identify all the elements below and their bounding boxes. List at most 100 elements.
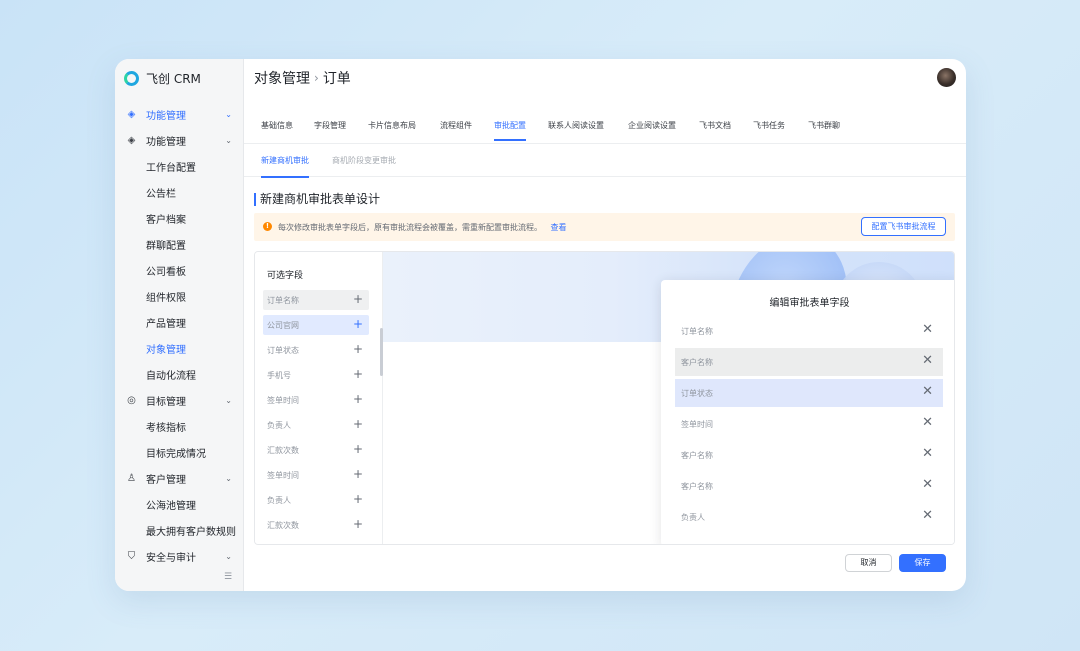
form-field-row[interactable]: 订单名称 ✕: [675, 317, 943, 345]
tab[interactable]: 企业阅读设置: [628, 120, 676, 139]
sidebar-item[interactable]: 群聊配置: [115, 232, 244, 256]
field-item-label: 负责人: [267, 496, 291, 505]
warning-icon: !: [263, 222, 272, 231]
sidebar-item[interactable]: ◈ 功能管理 ⌄: [115, 128, 244, 152]
field-item[interactable]: 订单状态 +: [263, 340, 369, 360]
field-item[interactable]: 负责人 +: [263, 415, 369, 435]
sidebar-item-label: 工作台配置: [146, 162, 196, 174]
section-title: 新建商机审批表单设计: [254, 193, 380, 206]
tab[interactable]: 基础信息: [261, 120, 293, 139]
form-field-row[interactable]: 客户名称 ✕: [675, 472, 943, 500]
form-field-row[interactable]: 负责人 ✕: [675, 503, 943, 531]
remove-icon[interactable]: ✕: [922, 353, 933, 368]
add-icon[interactable]: +: [353, 292, 363, 306]
notice-link[interactable]: 查看: [551, 223, 567, 232]
field-item-label: 手机号: [267, 371, 291, 380]
form-field-label: 签单时间: [681, 420, 713, 429]
tab-bar: 基础信息 字段管理 卡片信息布局 流程组件 审批配置 联系人阅读设置 企业阅读设置 飞书文档 飞…: [244, 114, 966, 144]
remove-icon[interactable]: ✕: [922, 322, 933, 337]
remove-icon[interactable]: ✕: [922, 446, 933, 461]
sidebar-item[interactable]: ◈ 功能管理 ⌄: [115, 102, 244, 126]
sidebar-item[interactable]: 客户档案: [115, 206, 244, 230]
tab[interactable]: 字段管理: [314, 120, 346, 139]
add-icon[interactable]: +: [353, 367, 363, 381]
field-item[interactable]: 订单名称 +: [263, 290, 369, 310]
add-icon[interactable]: +: [353, 492, 363, 506]
tab[interactable]: 流程组件: [440, 120, 472, 139]
field-item-label: 签单时间: [267, 471, 299, 480]
field-item-label: 订单名称: [267, 296, 299, 305]
breadcrumb-item-object-management[interactable]: 对象管理: [254, 68, 310, 88]
remove-icon[interactable]: ✕: [922, 415, 933, 430]
field-item[interactable]: 手机号 +: [263, 365, 369, 385]
sidebar-item[interactable]: 组件权限: [115, 284, 244, 308]
add-icon[interactable]: +: [353, 342, 363, 356]
configure-approval-flow-button[interactable]: 配置飞书审批流程: [861, 217, 946, 236]
add-icon[interactable]: +: [353, 442, 363, 456]
add-icon[interactable]: +: [353, 417, 363, 431]
remove-icon[interactable]: ✕: [922, 508, 933, 523]
sidebar-item-label: 安全与审计: [146, 552, 196, 564]
sidebar-item-label: 客户档案: [146, 214, 186, 226]
sidebar-item[interactable]: 公司看板: [115, 258, 244, 282]
field-item[interactable]: 负责人 +: [263, 490, 369, 510]
sidebar-item[interactable]: 对象管理: [115, 336, 244, 360]
remove-icon[interactable]: ✕: [922, 477, 933, 492]
field-item[interactable]: 签单时间 +: [263, 390, 369, 410]
sidebar-item[interactable]: 自动化流程: [115, 362, 244, 386]
tab[interactable]: 飞书文档: [699, 120, 731, 139]
field-item[interactable]: 签单时间 +: [263, 465, 369, 485]
sidebar-item[interactable]: ♙ 客户管理 ⌄: [115, 466, 244, 490]
chevron-down-icon[interactable]: ⌄: [225, 474, 232, 483]
tab[interactable]: 卡片信息布局: [368, 120, 416, 139]
shield-icon: ⛉: [127, 550, 136, 562]
form-field-row[interactable]: 客户名称 ✕: [675, 441, 943, 469]
avatar[interactable]: [937, 68, 956, 87]
field-item[interactable]: 汇款次数 +: [263, 440, 369, 460]
save-button[interactable]: 保存: [899, 554, 946, 572]
sidebar-item[interactable]: ⛉ 安全与审计 ⌄: [115, 544, 244, 568]
field-item[interactable]: 公司官网 +: [263, 315, 369, 335]
sidebar-item[interactable]: 公告栏: [115, 180, 244, 204]
add-icon[interactable]: +: [353, 317, 363, 331]
sidebar-item[interactable]: 工作台配置: [115, 154, 244, 178]
tab[interactable]: 飞书任务: [753, 120, 785, 139]
user-icon: ♙: [127, 472, 136, 484]
add-icon[interactable]: +: [353, 467, 363, 481]
notice-message: 每次修改审批表单字段后，原有审批流程会被覆盖，需重新配置审批流程。: [278, 223, 542, 232]
sidebar-item-label: 对象管理: [146, 344, 186, 356]
form-field-label: 客户名称: [681, 358, 713, 367]
collapse-sidebar-icon[interactable]: ☰: [222, 571, 234, 583]
sidebar-item[interactable]: 最大拥有客户数规则: [115, 518, 244, 542]
remove-icon[interactable]: ✕: [922, 384, 933, 399]
tab[interactable]: 审批配置: [494, 120, 526, 141]
add-icon[interactable]: +: [353, 517, 363, 531]
sidebar-item[interactable]: 公海池管理: [115, 492, 244, 516]
sidebar-item[interactable]: 产品管理: [115, 310, 244, 334]
chevron-down-icon[interactable]: ⌄: [225, 552, 232, 561]
sidebar-item[interactable]: 考核指标: [115, 414, 244, 438]
cancel-button[interactable]: 取消: [845, 554, 892, 572]
chevron-down-icon[interactable]: ⌄: [225, 136, 232, 145]
field-item-label: 汇款次数: [267, 446, 299, 455]
notice-text: 每次修改审批表单字段后，原有审批流程会被覆盖，需重新配置审批流程。 查看: [278, 222, 567, 233]
form-field-row[interactable]: 签单时间 ✕: [675, 410, 943, 438]
notice-banner: ! 每次修改审批表单字段后，原有审批流程会被覆盖，需重新配置审批流程。 查看 配…: [254, 213, 955, 241]
subtab[interactable]: 商机阶段变更审批: [332, 155, 396, 176]
field-item-label: 签单时间: [267, 396, 299, 405]
sidebar-item[interactable]: ◎ 目标管理 ⌄: [115, 388, 244, 412]
field-item[interactable]: 汇款次数 +: [263, 515, 369, 535]
form-field-row[interactable]: 订单状态 ✕: [675, 379, 943, 407]
tab[interactable]: 联系人阅读设置: [548, 120, 604, 139]
tab[interactable]: 飞书群聊: [808, 120, 840, 139]
add-icon[interactable]: +: [353, 392, 363, 406]
target-icon: ◎: [127, 394, 136, 406]
chevron-down-icon[interactable]: ⌄: [225, 396, 232, 405]
form-field-row[interactable]: 客户名称 ✕: [675, 348, 943, 376]
subtab[interactable]: 新建商机审批: [261, 155, 309, 178]
sidebar-item[interactable]: 目标完成情况: [115, 440, 244, 464]
chevron-down-icon[interactable]: ⌄: [225, 110, 232, 119]
form-field-label: 负责人: [681, 513, 705, 522]
breadcrumb: 对象管理 › 订单: [254, 68, 351, 88]
sidebar-item-label: 最大拥有客户数规则: [146, 526, 236, 538]
